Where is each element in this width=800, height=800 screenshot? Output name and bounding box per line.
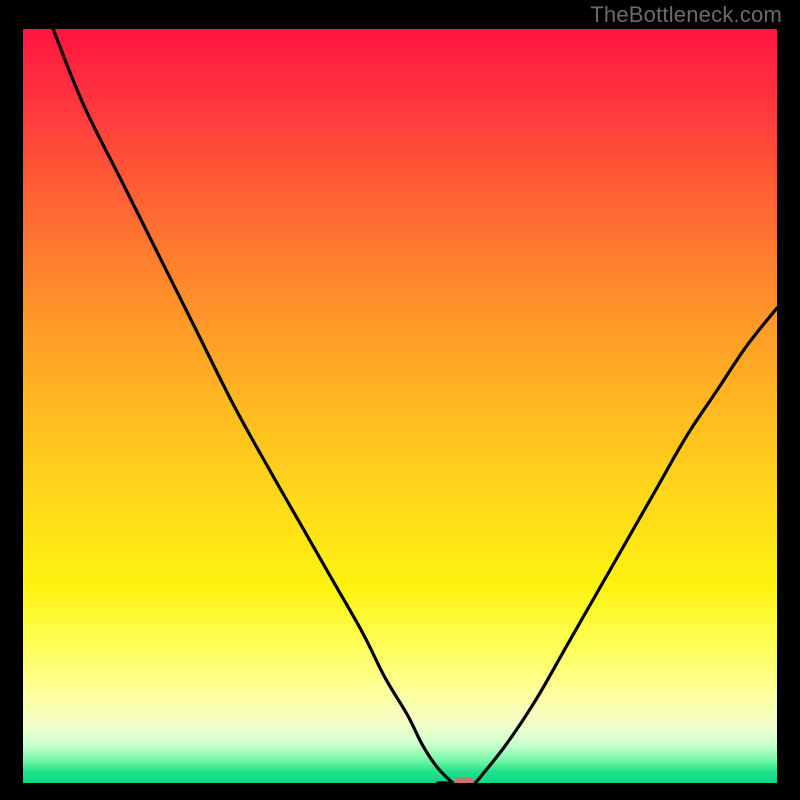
watermark-text: TheBottleneck.com [590,2,782,28]
bottleneck-curve [23,29,777,783]
bottleneck-marker [454,777,474,783]
curve-left-branch [53,29,453,783]
curve-right-branch [475,308,777,783]
chart-frame: TheBottleneck.com [0,0,800,800]
plot-area [23,29,777,783]
